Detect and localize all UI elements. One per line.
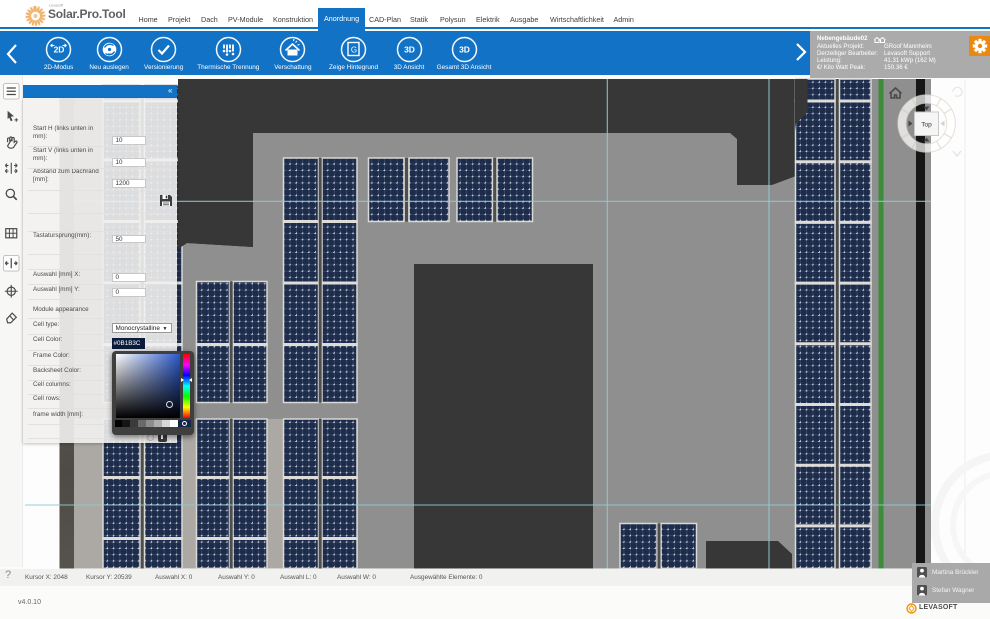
svg-text:3D: 3D: [459, 44, 470, 54]
svg-text:Top: Top: [921, 122, 932, 129]
svg-text:G: G: [351, 45, 357, 54]
svg-text:3D: 3D: [404, 44, 415, 54]
